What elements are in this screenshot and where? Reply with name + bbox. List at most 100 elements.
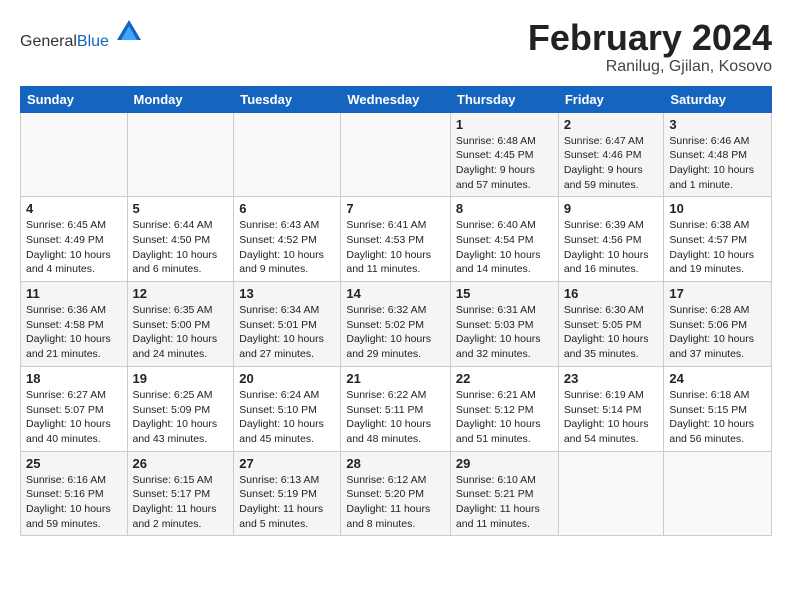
day-number: 20 <box>239 371 335 386</box>
day-number: 13 <box>239 286 335 301</box>
calendar-cell <box>558 451 664 536</box>
col-header-friday: Friday <box>558 86 664 112</box>
calendar-cell: 16 Sunrise: 6:30 AM Sunset: 5:05 PM Dayli… <box>558 282 664 367</box>
calendar-cell: 19Sunrise: 6:25 AM Sunset: 5:09 PM Dayli… <box>127 366 234 451</box>
calendar-cell: 26 Sunrise: 6:15 AM Sunset: 5:17 PM Dayli… <box>127 451 234 536</box>
calendar-cell <box>21 112 128 197</box>
day-info: Sunrise: 6:39 AM Sunset: 4:56 PM Dayligh… <box>564 218 659 277</box>
day-info: Sunrise: 6:40 AM Sunset: 4:54 PM Dayligh… <box>456 218 553 277</box>
col-header-saturday: Saturday <box>664 86 772 112</box>
calendar-cell: 4Sunrise: 6:45 AM Sunset: 4:49 PM Daylig… <box>21 197 128 282</box>
calendar-cell: 2 Sunrise: 6:47 AM Sunset: 4:46 PM Daylig… <box>558 112 664 197</box>
day-number: 16 <box>564 286 659 301</box>
day-info: Sunrise: 6:21 AM Sunset: 5:12 PM Dayligh… <box>456 388 553 447</box>
calendar-cell <box>127 112 234 197</box>
logo-general-text: General <box>20 33 77 50</box>
day-info: Sunrise: 6:19 AM Sunset: 5:14 PM Dayligh… <box>564 388 659 447</box>
day-number: 6 <box>239 201 335 216</box>
day-info: Sunrise: 6:12 AM Sunset: 5:20 PM Dayligh… <box>346 473 445 532</box>
calendar-cell: 6 Sunrise: 6:43 AM Sunset: 4:52 PM Daylig… <box>234 197 341 282</box>
day-info: Sunrise: 6:35 AM Sunset: 5:00 PM Dayligh… <box>133 303 229 362</box>
calendar-cell: 8 Sunrise: 6:40 AM Sunset: 4:54 PM Daylig… <box>450 197 558 282</box>
day-info: Sunrise: 6:41 AM Sunset: 4:53 PM Dayligh… <box>346 218 445 277</box>
calendar-cell: 11Sunrise: 6:36 AM Sunset: 4:58 PM Dayli… <box>21 282 128 367</box>
calendar-week-3: 11Sunrise: 6:36 AM Sunset: 4:58 PM Dayli… <box>21 282 772 367</box>
calendar-cell: 22 Sunrise: 6:21 AM Sunset: 5:12 PM Dayli… <box>450 366 558 451</box>
day-number: 28 <box>346 456 445 471</box>
day-info: Sunrise: 6:22 AM Sunset: 5:11 PM Dayligh… <box>346 388 445 447</box>
day-info: Sunrise: 6:47 AM Sunset: 4:46 PM Dayligh… <box>564 134 659 193</box>
calendar-cell <box>664 451 772 536</box>
day-number: 11 <box>26 286 122 301</box>
calendar-cell: 17 Sunrise: 6:28 AM Sunset: 5:06 PM Dayli… <box>664 282 772 367</box>
day-number: 23 <box>564 371 659 386</box>
calendar-cell: 12 Sunrise: 6:35 AM Sunset: 5:00 PM Dayli… <box>127 282 234 367</box>
day-info: Sunrise: 6:48 AM Sunset: 4:45 PM Dayligh… <box>456 134 553 193</box>
day-number: 21 <box>346 371 445 386</box>
day-info: Sunrise: 6:18 AM Sunset: 5:15 PM Dayligh… <box>669 388 766 447</box>
calendar-cell: 28 Sunrise: 6:12 AM Sunset: 5:20 PM Dayli… <box>341 451 451 536</box>
day-info: Sunrise: 6:30 AM Sunset: 5:05 PM Dayligh… <box>564 303 659 362</box>
calendar-cell: 14Sunrise: 6:32 AM Sunset: 5:02 PM Dayli… <box>341 282 451 367</box>
calendar-cell: 9 Sunrise: 6:39 AM Sunset: 4:56 PM Daylig… <box>558 197 664 282</box>
calendar-cell: 18 Sunrise: 6:27 AM Sunset: 5:07 PM Dayli… <box>21 366 128 451</box>
col-header-monday: Monday <box>127 86 234 112</box>
day-number: 1 <box>456 117 553 132</box>
day-info: Sunrise: 6:34 AM Sunset: 5:01 PM Dayligh… <box>239 303 335 362</box>
day-info: Sunrise: 6:10 AM Sunset: 5:21 PM Dayligh… <box>456 473 553 532</box>
calendar-cell: 15Sunrise: 6:31 AM Sunset: 5:03 PM Dayli… <box>450 282 558 367</box>
calendar-cell: 3Sunrise: 6:46 AM Sunset: 4:48 PM Daylig… <box>664 112 772 197</box>
col-header-thursday: Thursday <box>450 86 558 112</box>
calendar-cell: 23 Sunrise: 6:19 AM Sunset: 5:14 PM Dayli… <box>558 366 664 451</box>
day-info: Sunrise: 6:16 AM Sunset: 5:16 PM Dayligh… <box>26 473 122 532</box>
day-info: Sunrise: 6:43 AM Sunset: 4:52 PM Dayligh… <box>239 218 335 277</box>
day-info: Sunrise: 6:27 AM Sunset: 5:07 PM Dayligh… <box>26 388 122 447</box>
calendar-cell: 25 Sunrise: 6:16 AM Sunset: 5:16 PM Dayli… <box>21 451 128 536</box>
calendar-week-2: 4Sunrise: 6:45 AM Sunset: 4:49 PM Daylig… <box>21 197 772 282</box>
calendar-cell: 10 Sunrise: 6:38 AM Sunset: 4:57 PM Dayli… <box>664 197 772 282</box>
col-header-wednesday: Wednesday <box>341 86 451 112</box>
logo-icon <box>115 18 143 46</box>
day-info: Sunrise: 6:24 AM Sunset: 5:10 PM Dayligh… <box>239 388 335 447</box>
title-block: February 2024 Ranilug, Gjilan, Kosovo <box>528 18 772 76</box>
page-header: GeneralBlue February 2024 Ranilug, Gjila… <box>20 18 772 76</box>
day-number: 15 <box>456 286 553 301</box>
calendar-title: February 2024 <box>528 18 772 58</box>
day-number: 8 <box>456 201 553 216</box>
day-number: 12 <box>133 286 229 301</box>
calendar-table: SundayMondayTuesdayWednesdayThursdayFrid… <box>20 86 772 537</box>
calendar-cell: 29 Sunrise: 6:10 AM Sunset: 5:21 PM Dayli… <box>450 451 558 536</box>
calendar-cell: 1 Sunrise: 6:48 AM Sunset: 4:45 PM Daylig… <box>450 112 558 197</box>
day-number: 4 <box>26 201 122 216</box>
calendar-cell: 20 Sunrise: 6:24 AM Sunset: 5:10 PM Dayli… <box>234 366 341 451</box>
day-number: 3 <box>669 117 766 132</box>
col-header-tuesday: Tuesday <box>234 86 341 112</box>
calendar-cell: 5 Sunrise: 6:44 AM Sunset: 4:50 PM Daylig… <box>127 197 234 282</box>
day-info: Sunrise: 6:15 AM Sunset: 5:17 PM Dayligh… <box>133 473 229 532</box>
calendar-week-1: 1 Sunrise: 6:48 AM Sunset: 4:45 PM Daylig… <box>21 112 772 197</box>
day-info: Sunrise: 6:44 AM Sunset: 4:50 PM Dayligh… <box>133 218 229 277</box>
day-number: 5 <box>133 201 229 216</box>
day-number: 29 <box>456 456 553 471</box>
day-number: 17 <box>669 286 766 301</box>
day-number: 26 <box>133 456 229 471</box>
day-number: 2 <box>564 117 659 132</box>
calendar-cell: 13 Sunrise: 6:34 AM Sunset: 5:01 PM Dayli… <box>234 282 341 367</box>
calendar-cell: 27Sunrise: 6:13 AM Sunset: 5:19 PM Dayli… <box>234 451 341 536</box>
logo: GeneralBlue <box>20 18 143 51</box>
day-number: 25 <box>26 456 122 471</box>
day-number: 18 <box>26 371 122 386</box>
day-number: 9 <box>564 201 659 216</box>
col-header-sunday: Sunday <box>21 86 128 112</box>
day-number: 24 <box>669 371 766 386</box>
day-info: Sunrise: 6:28 AM Sunset: 5:06 PM Dayligh… <box>669 303 766 362</box>
day-number: 19 <box>133 371 229 386</box>
calendar-week-4: 18 Sunrise: 6:27 AM Sunset: 5:07 PM Dayli… <box>21 366 772 451</box>
calendar-cell: 7 Sunrise: 6:41 AM Sunset: 4:53 PM Daylig… <box>341 197 451 282</box>
calendar-week-5: 25 Sunrise: 6:16 AM Sunset: 5:16 PM Dayli… <box>21 451 772 536</box>
day-number: 10 <box>669 201 766 216</box>
day-number: 7 <box>346 201 445 216</box>
day-number: 22 <box>456 371 553 386</box>
calendar-cell: 21 Sunrise: 6:22 AM Sunset: 5:11 PM Dayli… <box>341 366 451 451</box>
day-info: Sunrise: 6:38 AM Sunset: 4:57 PM Dayligh… <box>669 218 766 277</box>
